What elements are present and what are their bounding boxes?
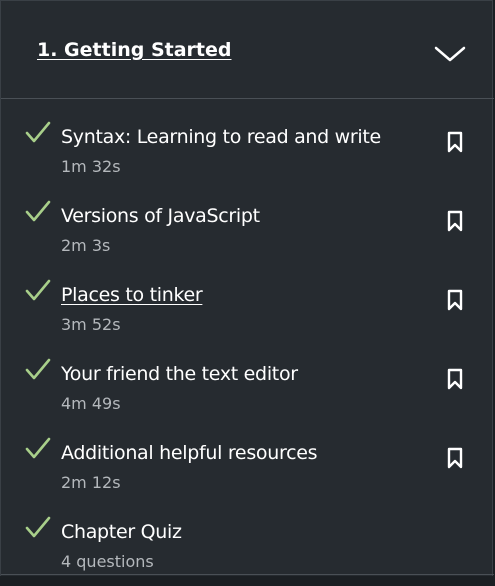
bookmark-icon[interactable] xyxy=(445,368,465,390)
item-duration: 1m 32s xyxy=(61,157,121,176)
checkmark-icon xyxy=(25,200,51,222)
list-item[interactable]: Additional helpful resources 2m 12s xyxy=(1,428,494,507)
item-title[interactable]: Places to tinker xyxy=(61,284,203,306)
course-contents-panel: 1. Getting Started Syntax: Learning to r… xyxy=(0,0,494,576)
chevron-down-icon[interactable] xyxy=(433,41,467,65)
bookmark-icon[interactable] xyxy=(445,447,465,469)
bookmark-icon[interactable] xyxy=(445,131,465,153)
checkmark-icon xyxy=(25,437,51,459)
list-item[interactable]: Versions of JavaScript 2m 3s xyxy=(1,191,494,270)
checkmark-icon xyxy=(25,516,51,538)
item-title[interactable]: Additional helpful resources xyxy=(61,442,318,464)
section-header-toggle[interactable]: 1. Getting Started xyxy=(1,1,494,99)
checkmark-icon xyxy=(25,358,51,380)
list-item[interactable]: Your friend the text editor 4m 49s xyxy=(1,349,494,428)
item-title[interactable]: Chapter Quiz xyxy=(61,521,182,543)
item-duration: 2m 3s xyxy=(61,236,111,255)
bookmark-icon[interactable] xyxy=(445,210,465,232)
section-title[interactable]: 1. Getting Started xyxy=(37,39,231,61)
item-question-count: 4 questions xyxy=(61,552,154,571)
divider xyxy=(1,574,494,575)
list-item[interactable]: Places to tinker 3m 52s xyxy=(1,270,494,349)
checkmark-icon xyxy=(25,279,51,301)
item-duration: 2m 12s xyxy=(61,473,121,492)
checkmark-icon xyxy=(25,121,51,143)
item-duration: 3m 52s xyxy=(61,315,121,334)
item-title[interactable]: Syntax: Learning to read and write xyxy=(61,126,381,148)
item-title[interactable]: Your friend the text editor xyxy=(61,363,298,385)
item-title[interactable]: Versions of JavaScript xyxy=(61,205,260,227)
item-duration: 4m 49s xyxy=(61,394,121,413)
bookmark-icon[interactable] xyxy=(445,289,465,311)
list-item[interactable]: Syntax: Learning to read and write 1m 32… xyxy=(1,112,494,191)
